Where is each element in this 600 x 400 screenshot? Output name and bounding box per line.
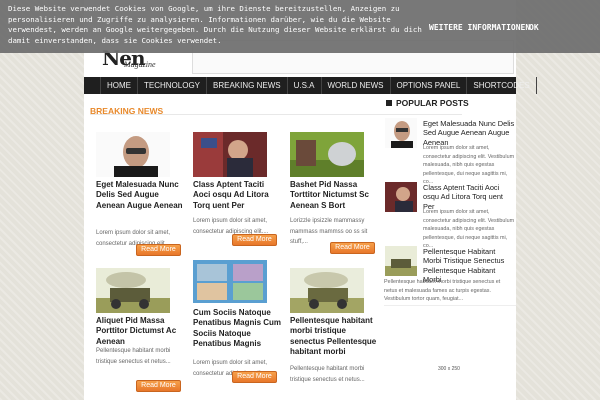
- popular-posts-header: POPULAR POSTS: [384, 98, 516, 110]
- card-title[interactable]: Aliquet Pid Massa Porttitor Dictumst Ac …: [96, 316, 186, 347]
- card-title[interactable]: Bashet Pid Nassa Torttitor Nictumst Sc A…: [290, 180, 380, 211]
- news-card: Cum Sociis Natoque Penatibus Magnis Cum …: [193, 260, 283, 390]
- card-title[interactable]: Eget Malesuada Nunc Delis Sed Augue Aene…: [96, 180, 186, 211]
- square-bullet-icon: [386, 100, 392, 106]
- read-more-button[interactable]: Read More: [232, 371, 277, 383]
- nav-breaking-news[interactable]: BREAKING NEWS: [207, 77, 288, 94]
- cookie-ok-button[interactable]: OK: [529, 23, 539, 32]
- popular-post-title[interactable]: Eget Malesuada Nunc Delis Sed Augue Aene…: [423, 119, 515, 147]
- nav-shortcodes[interactable]: SHORTCODES: [467, 77, 537, 94]
- nav-options-panel[interactable]: OPTIONS PANEL: [391, 77, 468, 94]
- popular-post-thumbnail[interactable]: [385, 118, 417, 148]
- main-nav: HOME TECHNOLOGY BREAKING NEWS U.S.A WORL…: [84, 77, 537, 94]
- news-card: Class Aptent Taciti Aoci osqu Ad Litora …: [193, 132, 283, 248]
- cookie-consent-bar: Diese Website verwendet Cookies von Goog…: [0, 0, 600, 53]
- popular-post-item: Eget Malesuada Nunc Delis Sed Augue Aene…: [384, 118, 516, 185]
- page-container: Nen Magazine HOME TECHNOLOGY BREAKING NE…: [84, 0, 537, 400]
- popular-post-excerpt: Pellentesque habitant morbi tristique se…: [384, 279, 501, 303]
- cookie-consent-text: Diese Website verwendet Cookies von Goog…: [8, 4, 422, 45]
- card-thumbnail[interactable]: [193, 132, 267, 177]
- nav-usa[interactable]: U.S.A: [288, 77, 322, 94]
- popular-post-thumbnail[interactable]: [385, 182, 417, 212]
- read-more-button[interactable]: Read More: [330, 242, 375, 254]
- card-thumbnail[interactable]: [96, 268, 170, 313]
- popular-post-excerpt: Lorem ipsum dolor sit amet, consectetur …: [423, 209, 515, 250]
- popular-post-thumbnail[interactable]: [385, 246, 417, 276]
- read-more-button[interactable]: Read More: [232, 234, 277, 246]
- news-card: Aliquet Pid Massa Porttitor Dictumst Ac …: [96, 268, 186, 396]
- popular-post-item: Class Aptent Taciti Aoci osqu Ad Litora …: [384, 182, 516, 249]
- read-more-button[interactable]: Read More: [136, 244, 181, 256]
- popular-post-item: Pellentesque Habitant Morbi Tristique Se…: [384, 246, 516, 306]
- nav-technology[interactable]: TECHNOLOGY: [138, 77, 208, 94]
- card-title[interactable]: Cum Sociis Natoque Penatibus Magnis Cum …: [193, 308, 283, 349]
- popular-post-excerpt: Lorem ipsum dolor sit amet, consectetur …: [423, 145, 515, 186]
- popular-posts-title: POPULAR POSTS: [396, 98, 469, 108]
- card-title[interactable]: Class Aptent Taciti Aoci osqu Ad Litora …: [193, 180, 283, 211]
- news-card: Bashet Pid Nassa Torttitor Nictumst Sc A…: [290, 132, 380, 256]
- card-excerpt: Pellentesque habitant morbi tristique se…: [290, 366, 365, 383]
- nav-world-news[interactable]: WORLD NEWS: [322, 77, 391, 94]
- card-thumbnail[interactable]: [290, 132, 364, 177]
- read-more-button[interactable]: Read More: [136, 380, 181, 392]
- ad-size-label: 300 x 250: [438, 366, 460, 372]
- card-excerpt: Pellentesque habitant morbi tristique se…: [96, 348, 171, 365]
- card-thumbnail[interactable]: [193, 260, 267, 303]
- news-card: Eget Malesuada Nunc Delis Sed Augue Aene…: [96, 132, 186, 256]
- sidebar-ad-placeholder[interactable]: 300 x 250: [384, 305, 516, 400]
- site-logo-subtitle: Magazine: [124, 60, 156, 69]
- breaking-news-title: BREAKING NEWS: [90, 106, 164, 116]
- cookie-more-info-link[interactable]: WEITERE INFORMATIONEN: [429, 23, 530, 32]
- card-thumbnail[interactable]: [290, 268, 364, 313]
- nav-home[interactable]: HOME: [100, 77, 138, 94]
- card-title[interactable]: Pellentesque habitant morbi tristique se…: [290, 316, 380, 357]
- popular-post-title[interactable]: Class Aptent Taciti Aoci osqu Ad Litora …: [423, 183, 515, 211]
- card-thumbnail[interactable]: [96, 132, 170, 177]
- news-card: Pellentesque habitant morbi tristique se…: [290, 268, 380, 400]
